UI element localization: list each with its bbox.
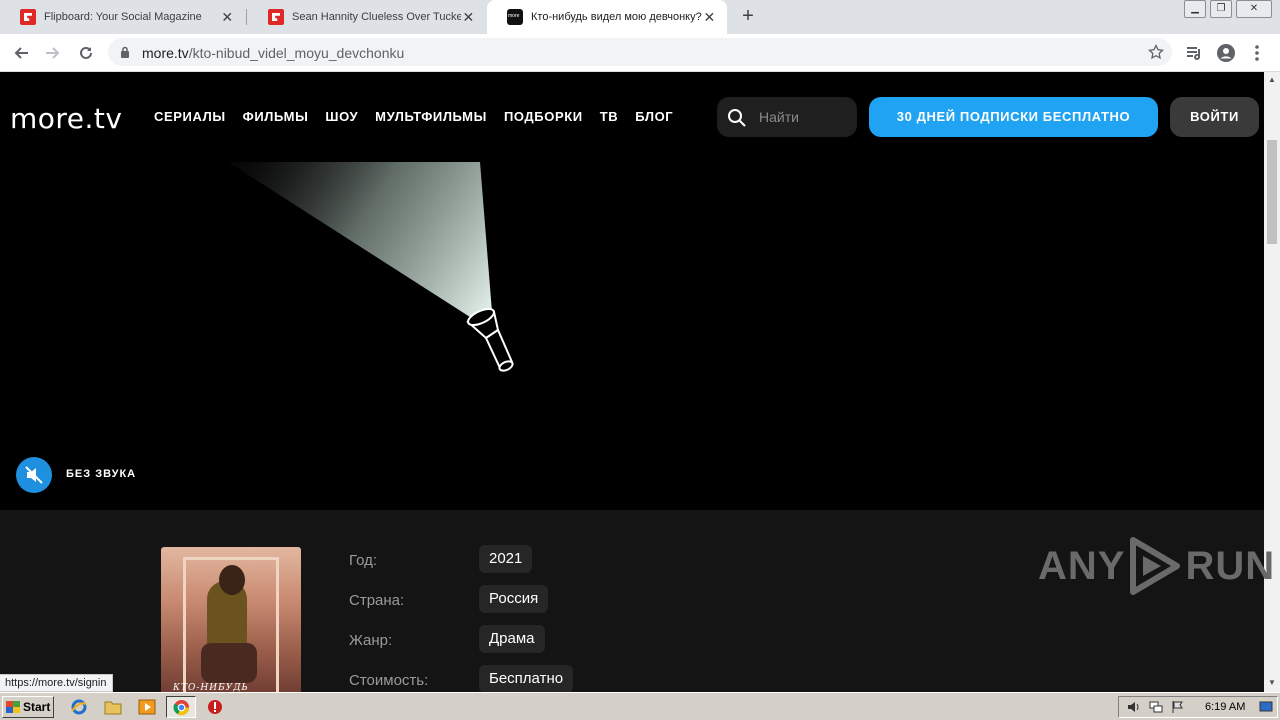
folder-icon[interactable] [104, 699, 122, 715]
address-bar[interactable]: more.tv/kto-nibud_videl_moyu_devchonku [108, 38, 1172, 66]
reload-icon [80, 46, 92, 59]
page-scrollbar[interactable]: ▲ ▼ [1264, 72, 1280, 692]
restore-button[interactable]: ❐ [1210, 0, 1232, 18]
more-vertical-icon[interactable] [1249, 43, 1265, 63]
clock: 6:19 AM [1205, 701, 1246, 713]
tab-more-tv[interactable]: Кто-нибудь видел мою девчонку? ✕ [487, 0, 727, 34]
flipboard-icon [20, 9, 36, 25]
media-control-icon[interactable] [1184, 43, 1204, 63]
info-label: Страна: [349, 592, 405, 609]
network-icon[interactable] [1149, 700, 1163, 714]
scroll-up-arrow-icon[interactable]: ▲ [1268, 75, 1276, 84]
menu-item-series[interactable]: СЕРИАЛЫ [154, 109, 226, 124]
status-bar-url: https://more.tv/signin [0, 674, 113, 692]
tab-title: Sean Hannity Clueless Over Tucker C [292, 11, 461, 23]
system-tray: 6:19 AM [1118, 696, 1278, 718]
back-button[interactable] [9, 41, 33, 65]
browser-toolbar: more.tv/kto-nibud_videl_moyu_devchonku [0, 34, 1280, 72]
login-button[interactable]: ВОЙТИ [1170, 97, 1259, 137]
show-desktop-icon[interactable] [1259, 700, 1273, 714]
speaker-muted-icon [25, 466, 43, 484]
search-input[interactable]: Найти [717, 97, 857, 137]
bookmark-star-icon[interactable] [1148, 44, 1164, 60]
tab-separator [246, 9, 247, 25]
site-logo[interactable]: more.tv [10, 102, 122, 135]
url-host: more.tv [142, 45, 189, 61]
play-logo-icon [1130, 537, 1181, 595]
search-icon [728, 109, 746, 127]
menu-item-collections[interactable]: ПОДБОРКИ [504, 109, 583, 124]
arrow-left-icon [14, 47, 28, 59]
mute-label: БЕЗ ЗВУКА [66, 468, 137, 480]
movie-poster[interactable]: КТО-НИБУДЬ [161, 547, 301, 692]
scroll-down-arrow-icon[interactable]: ▼ [1268, 678, 1276, 687]
url-text: more.tv/kto-nibud_videl_moyu_devchonku [142, 45, 404, 61]
browser-tab-bar: Flipboard: Your Social Magazine ✕ Sean H… [0, 0, 1280, 34]
menu-item-tv[interactable]: ТВ [600, 109, 619, 124]
site-header: more.tv СЕРИАЛЫ ФИЛЬМЫ ШОУ МУЛЬТФИЛЬМЫ П… [0, 72, 1264, 162]
minimize-button[interactable]: ▁ [1184, 0, 1206, 18]
windows-taskbar: Start 6:19 AM [0, 692, 1280, 720]
close-window-button[interactable]: ✕ [1236, 0, 1272, 18]
flag-icon[interactable] [1171, 700, 1185, 714]
new-tab-button[interactable]: + [737, 6, 759, 28]
media-player-icon[interactable] [138, 699, 156, 715]
poster-figure-lower [201, 643, 257, 683]
arrow-right-icon [46, 47, 60, 59]
info-label: Стоимость: [349, 672, 429, 689]
close-tab-icon[interactable]: ✕ [219, 9, 235, 25]
scrollbar-thumb[interactable] [1267, 140, 1277, 244]
menu-item-shows[interactable]: ШОУ [325, 109, 358, 124]
stop-sign-icon[interactable] [206, 699, 224, 715]
reload-button[interactable] [74, 41, 98, 65]
mute-button[interactable] [16, 457, 52, 493]
info-label: Жанр: [349, 632, 393, 649]
tab-title: Flipboard: Your Social Magazine [44, 11, 202, 23]
info-value: Россия [479, 585, 549, 613]
info-value[interactable]: Драма [479, 625, 545, 653]
watermark-text-left: ANY [1038, 543, 1126, 588]
poster-title: КТО-НИБУДЬ [173, 683, 249, 692]
url-path: /kto-nibud_videl_moyu_devchonku [188, 45, 405, 61]
tab-flipboard[interactable]: Flipboard: Your Social Magazine ✕ [0, 0, 245, 34]
volume-icon[interactable] [1127, 700, 1141, 714]
flashlight-icon [466, 307, 514, 372]
flipboard-icon [268, 9, 284, 25]
taskbar-chrome-item[interactable] [166, 696, 196, 718]
lock-icon [121, 46, 129, 58]
start-button[interactable]: Start [2, 696, 54, 718]
forward-button[interactable] [41, 41, 65, 65]
windows-logo-icon [6, 701, 20, 713]
menu-item-cartoons[interactable]: МУЛЬТФИЛЬМЫ [375, 109, 487, 124]
info-value: Бесплатно [479, 665, 574, 692]
poster-figure-head [219, 565, 245, 595]
account-icon[interactable] [1216, 43, 1236, 63]
web-page: more.tv СЕРИАЛЫ ФИЛЬМЫ ШОУ МУЛЬТФИЛЬМЫ П… [0, 72, 1264, 692]
close-tab-icon[interactable]: ✕ [702, 9, 717, 25]
tab-title: Кто-нибудь видел мою девчонку? [531, 11, 702, 23]
subscribe-button[interactable]: 30 ДНЕЙ ПОДПИСКИ БЕСПЛАТНО [869, 97, 1158, 137]
menu-item-films[interactable]: ФИЛЬМЫ [243, 109, 309, 124]
info-label: Год: [349, 552, 378, 569]
watermark-text-right: RUN [1185, 543, 1276, 588]
tab-sean-hannity[interactable]: Sean Hannity Clueless Over Tucker C ✕ [248, 0, 486, 34]
video-player[interactable]: БЕЗ ЗВУКА [0, 162, 1264, 510]
more-tv-icon [507, 9, 523, 25]
chrome-icon [173, 699, 190, 716]
main-menu: СЕРИАЛЫ ФИЛЬМЫ ШОУ МУЛЬТФИЛЬМЫ ПОДБОРКИ … [154, 109, 690, 124]
start-label: Start [23, 700, 51, 714]
menu-item-blog[interactable]: БЛОГ [635, 109, 673, 124]
search-placeholder: Найти [759, 109, 799, 125]
internet-explorer-icon[interactable] [70, 699, 88, 715]
close-tab-icon[interactable]: ✕ [461, 9, 476, 25]
anyrun-watermark: ANY RUN [1038, 536, 1275, 596]
flashlight-beam-illustration [228, 162, 514, 372]
info-value: 2021 [479, 545, 533, 573]
